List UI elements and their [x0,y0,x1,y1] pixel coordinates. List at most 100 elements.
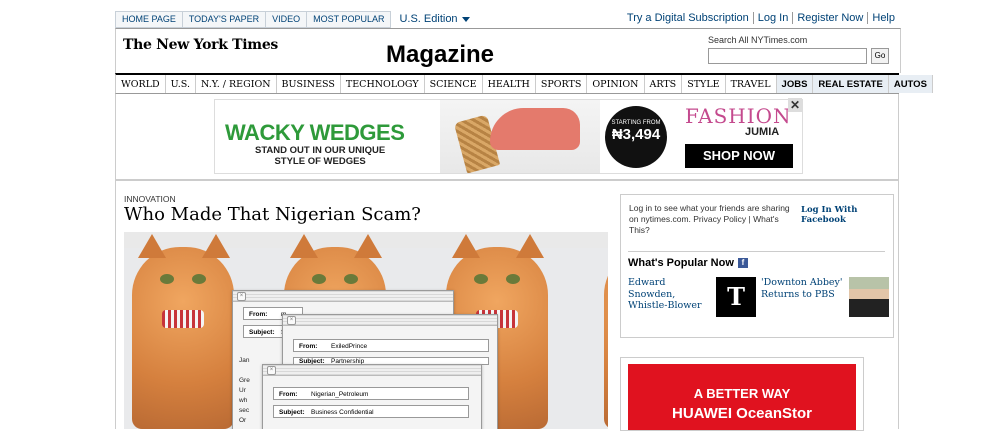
sidebar-ad[interactable]: A BETTER WAY HUAWEI OceanStor [620,357,864,431]
cat-ear [452,234,480,258]
from-label: From: [279,391,298,398]
edition-selector[interactable]: U.S. Edition [399,11,470,28]
from-field: From: ExiledPrince [293,339,489,352]
section-health[interactable]: HEALTH [483,75,536,93]
page-title[interactable]: Magazine [386,41,494,69]
cat-bow-tie [162,310,204,328]
popular-item-link[interactable]: Edward Snowden, Whistle-Blower [628,277,712,312]
cat-body [604,247,608,429]
nav-most-popular[interactable]: MOST POPULAR [307,11,392,28]
subject-field: Subject: Business Confidential [273,405,469,418]
section-travel[interactable]: TRAVEL [726,75,777,93]
article-kicker[interactable]: INNOVATION [124,194,176,204]
close-icon[interactable]: ✕ [788,98,802,112]
cat-body [132,247,234,429]
jumia-logo: JUMIA [745,126,780,138]
facebook-prompt: Log in to see what your friends are shar… [629,203,790,235]
search-go-button[interactable]: Go [871,48,889,64]
section-autos[interactable]: AUTOS [888,75,933,93]
body-text: wh [239,397,248,404]
section-us[interactable]: U.S. [166,75,196,93]
ad-subtitle: STAND OUT IN OUR UNIQUE STYLE OF WEDGES [255,145,385,167]
shop-now-button[interactable]: SHOP NOW [685,144,793,168]
subject-value: Business Confidential [311,409,374,416]
page-frame: HOME PAGE TODAY'S PAPER VIDEO MOST POPUL… [115,0,933,431]
cat-eye [506,274,520,284]
window-titlebar: × [283,315,497,326]
popular-item-thumbnail[interactable] [849,277,889,317]
cat-ear [516,234,544,258]
section-world[interactable]: WORLD [116,75,166,93]
account-links: Try a Digital Subscription Log In Regist… [623,12,899,24]
chevron-down-icon [461,16,470,22]
nav-todays-paper[interactable]: TODAY'S PAPER [182,11,267,28]
close-icon: × [287,316,296,325]
popular-item-link[interactable]: 'Downton Abbey' Returns to PBS [761,277,845,300]
subject-label: Subject: [279,409,305,416]
section-ny-region[interactable]: N.Y. / REGION [196,75,277,93]
facebook-login-link[interactable]: Log In With Facebook [801,205,893,225]
cat-ear [202,234,230,258]
fashion-logo: FASHION [685,104,792,128]
body-text: Gre [239,377,250,384]
divider [115,180,899,181]
section-opinion[interactable]: OPINION [587,75,645,93]
section-jobs[interactable]: JOBS [776,75,814,93]
section-technology[interactable]: TECHNOLOGY [341,75,425,93]
ad-line-2: HUAWEI OceanStor [671,405,813,422]
section-sports[interactable]: SPORTS [536,75,588,93]
price-value: ₦3,494 [611,126,661,143]
nyt-logo[interactable]: The New York Times [123,37,278,53]
from-value: Nigerian_Petroleum [311,391,369,398]
cat-ear [290,234,318,258]
cat-ear [354,234,382,258]
nyt-t-logo-icon[interactable]: T [716,277,756,317]
help-link[interactable]: Help [867,12,899,24]
article-hero-image[interactable]: × From:m Subject:S Jan Gre Ur wh sec Or … [124,232,608,429]
window-titlebar: × [233,291,453,302]
subject-label: Subject: [249,329,275,336]
cat-image [596,232,608,429]
whats-popular-heading: What's Popular Now f [628,251,885,269]
wedge-shoe-image [440,100,600,173]
subscribe-link[interactable]: Try a Digital Subscription [623,12,753,24]
from-label: From: [299,343,318,350]
top-nav: HOME PAGE TODAY'S PAPER VIDEO MOST POPUL… [115,11,470,28]
from-value: ExiledPrince [331,343,368,350]
facebook-icon: f [737,258,748,269]
window-titlebar: × [263,365,481,376]
close-icon: × [267,366,276,375]
ad-banner[interactable]: WACKY WEDGES STAND OUT IN OUR UNIQUE STY… [214,99,803,174]
section-science[interactable]: SCIENCE [425,75,483,93]
ad-headline: WACKY WEDGES [225,120,405,145]
login-link[interactable]: Log In [752,12,793,24]
section-arts[interactable]: ARTS [645,75,683,93]
nav-home-page[interactable]: HOME PAGE [115,11,183,28]
cat-eye [312,274,326,284]
ad-subtitle-line-2: STYLE OF WEDGES [274,156,366,167]
section-business[interactable]: BUSINESS [277,75,341,93]
body-text: sec [239,407,250,414]
section-nav: WORLD U.S. N.Y. / REGION BUSINESS TECHNO… [115,73,933,94]
ad-line-1: A BETTER WAY [693,386,791,401]
article-headline[interactable]: Who Made That Nigerian Scam? [124,204,421,225]
masthead: The New York Times Magazine Search All N… [115,28,901,73]
body-text: Or [239,417,247,424]
search-input[interactable] [708,48,867,64]
from-field: From: Nigerian_Petroleum [273,387,469,400]
ad-subtitle-line-1: STAND OUT IN OUR UNIQUE [255,145,386,156]
facebook-box: Log in to see what your friends are shar… [620,194,894,338]
whats-popular-title: What's Popular Now [628,257,734,269]
cat-image [124,232,242,429]
cat-eye [192,274,206,284]
body-text: Jan [239,357,250,364]
frame-left-border [115,180,116,429]
search-label: Search All NYTimes.com [708,35,808,45]
section-real-estate[interactable]: REAL ESTATE [813,75,889,93]
register-link[interactable]: Register Now [792,12,867,24]
nav-video[interactable]: VIDEO [266,11,308,28]
ad-area: WACKY WEDGES STAND OUT IN OUR UNIQUE STY… [115,94,899,180]
frame-right-border [898,180,899,429]
from-label: From: [249,311,268,318]
section-style[interactable]: STYLE [682,75,726,93]
